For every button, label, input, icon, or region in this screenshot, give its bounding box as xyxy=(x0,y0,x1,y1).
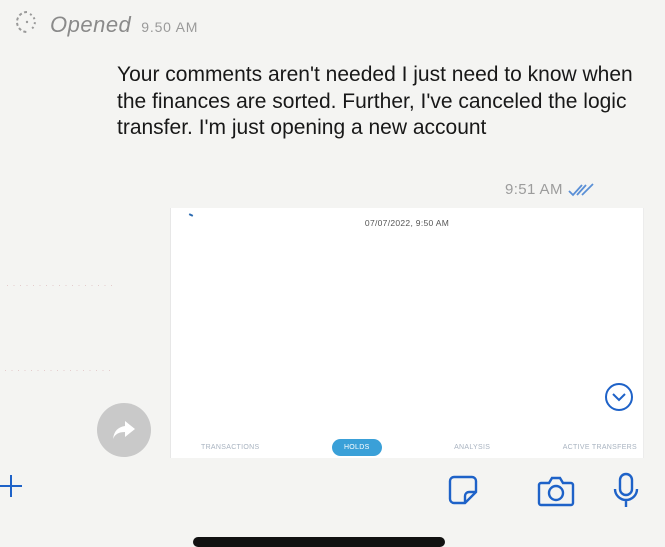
microphone-icon[interactable] xyxy=(612,472,640,510)
tab-holds[interactable]: HOLDS xyxy=(331,438,382,456)
chat-input-bar xyxy=(0,470,665,520)
home-indicator[interactable] xyxy=(193,537,445,547)
chevron-down-circle-icon[interactable] xyxy=(604,382,634,412)
faint-background-text: · · · · · · · · · · · · · · · · · xyxy=(6,280,114,290)
opened-status: Opened 9.50 AM xyxy=(14,6,198,38)
attachment-timestamp: 07/07/2022, 9:50 AM xyxy=(364,218,450,228)
opened-time: 9.50 AM xyxy=(141,19,199,35)
chat-message[interactable]: Your comments aren't needed I just need … xyxy=(117,62,637,142)
attachment-marker xyxy=(188,213,194,217)
message-text: Your comments aren't needed I just need … xyxy=(117,63,633,139)
forward-arrow-icon xyxy=(113,421,135,439)
message-time: 9:51 AM xyxy=(505,181,563,198)
tab-transactions[interactable]: TRANSACTIONS xyxy=(201,444,259,451)
double-check-icon xyxy=(568,182,594,196)
forward-button[interactable] xyxy=(97,403,151,457)
opened-spinner-icon xyxy=(16,11,36,33)
message-meta: 9:51 AM xyxy=(505,181,597,198)
attachment-preview[interactable]: 07/07/2022, 9:50 AM TRANSACTIONS HOLDS A… xyxy=(170,208,644,458)
opened-label: Opened xyxy=(50,12,132,37)
plus-icon[interactable] xyxy=(0,473,26,499)
camera-icon[interactable] xyxy=(536,474,576,508)
attachment-tab-bar: TRANSACTIONS HOLDS ANALYSIS ACTIVE TRANS… xyxy=(201,436,643,458)
sticker-icon[interactable] xyxy=(446,473,480,507)
tab-active-transfers[interactable]: ACTIVE TRANSFERS xyxy=(563,444,637,451)
faint-background-text: · · · · · · · · · · · · · · · · · xyxy=(4,365,112,375)
tab-analysis[interactable]: ANALYSIS xyxy=(454,444,490,451)
